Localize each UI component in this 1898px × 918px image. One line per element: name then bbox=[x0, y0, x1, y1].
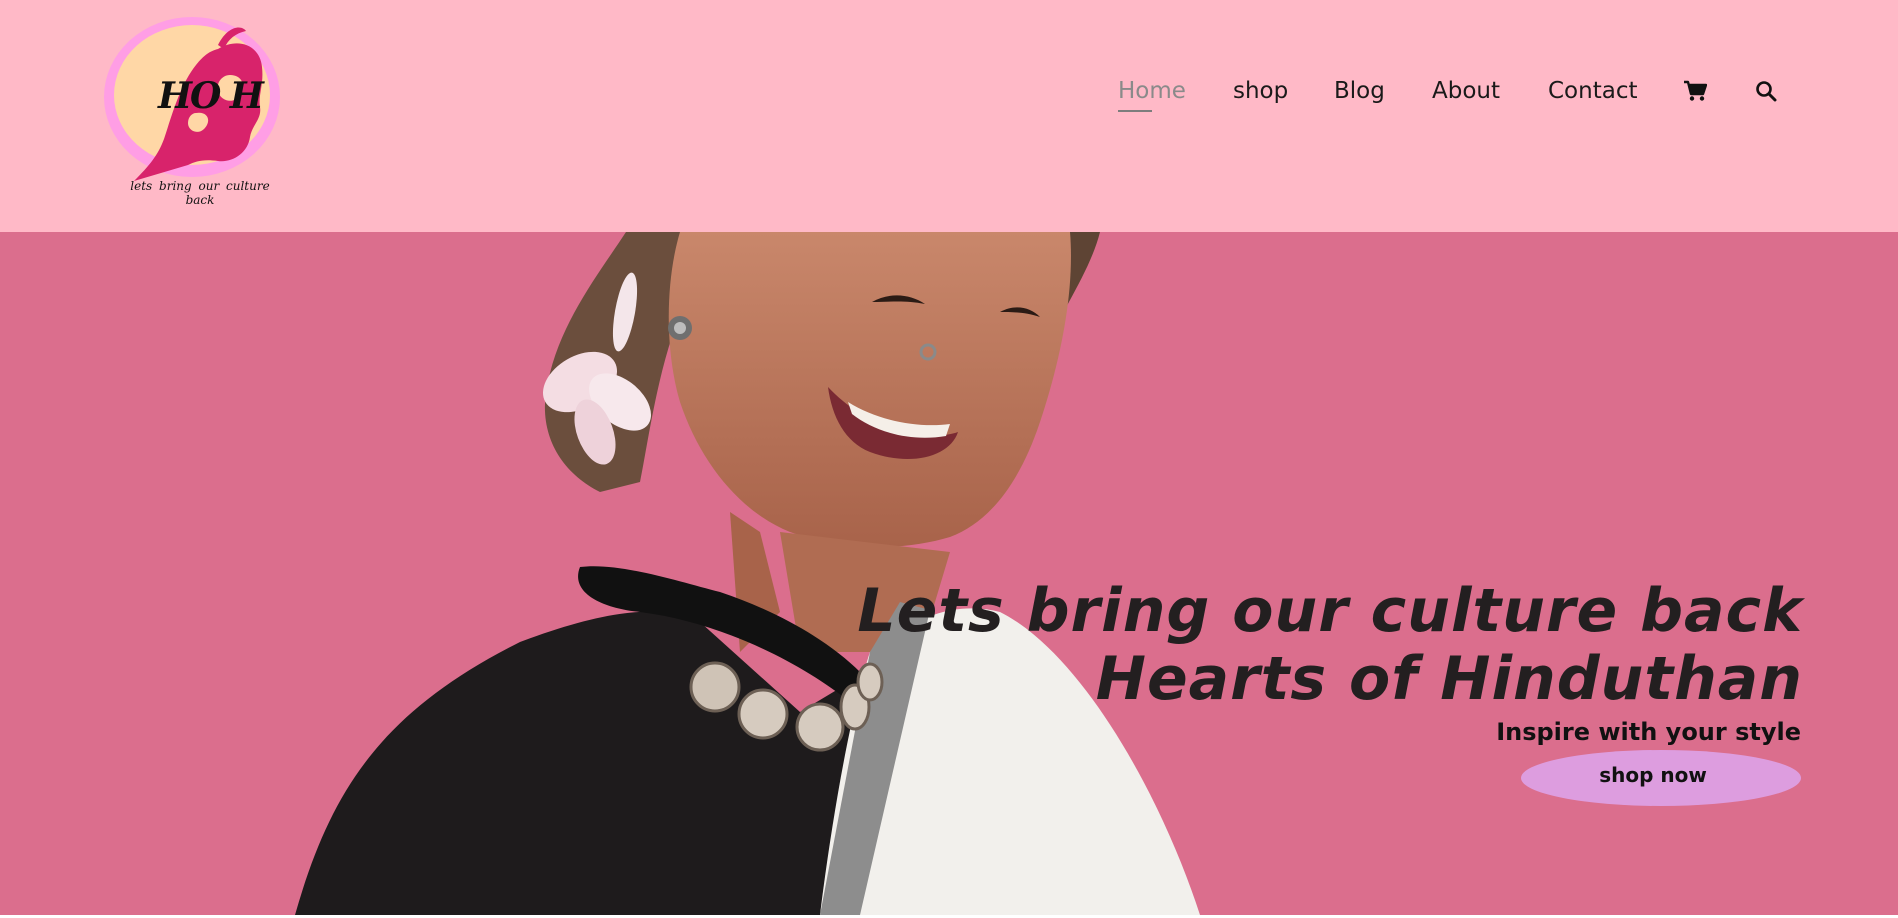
nav-shop[interactable]: shop bbox=[1233, 78, 1288, 104]
hero-model-image bbox=[295, 232, 1200, 915]
shop-now-button[interactable]: shop now bbox=[1521, 750, 1801, 806]
nav-about[interactable]: About bbox=[1432, 78, 1500, 104]
logo-text: HO H bbox=[158, 75, 264, 117]
hero-title-line2: Hearts of Hinduthan bbox=[1095, 644, 1803, 714]
hero-title: Lets bring our culture back Hearts of Hi… bbox=[803, 577, 1803, 713]
hero-banner: Lets bring our culture back Hearts of Hi… bbox=[0, 232, 1898, 915]
hero-subtitle: Inspire with your style bbox=[1496, 718, 1801, 746]
cart-icon[interactable] bbox=[1683, 80, 1708, 106]
nav-contact[interactable]: Contact bbox=[1548, 78, 1637, 104]
logo-tagline: lets bring our culture back bbox=[130, 179, 270, 207]
hero-title-line1: Lets bring our culture back bbox=[857, 576, 1803, 646]
nav-blog[interactable]: Blog bbox=[1334, 78, 1385, 104]
nav-home[interactable]: Home bbox=[1118, 78, 1186, 104]
search-icon[interactable] bbox=[1755, 80, 1777, 106]
site-header: HO H lets bring our culture back Home sh… bbox=[0, 0, 1898, 232]
shop-now-label: shop now bbox=[1599, 763, 1707, 787]
active-nav-underline bbox=[1118, 110, 1152, 112]
brand-logo[interactable]: HO H lets bring our culture back bbox=[100, 15, 290, 207]
